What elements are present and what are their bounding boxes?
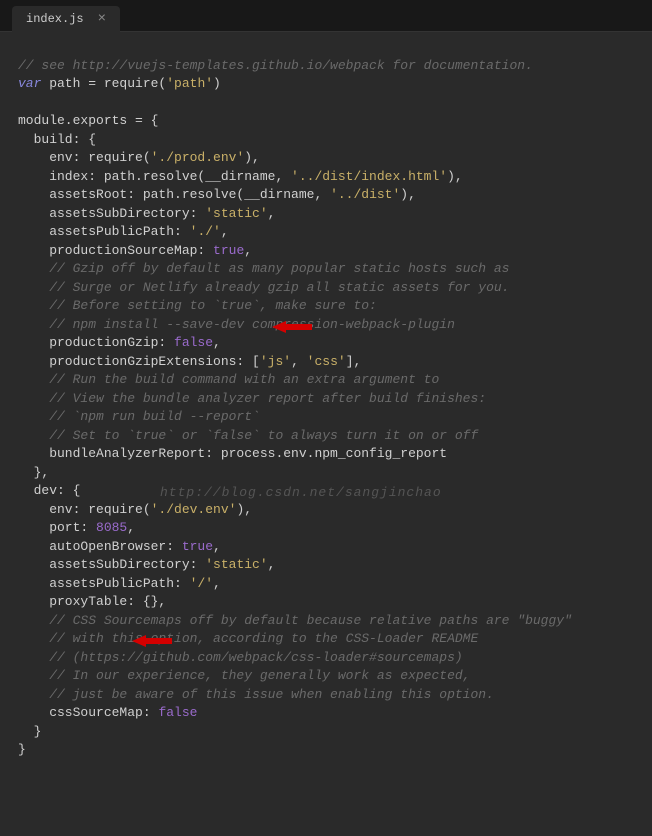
code-text: , [268,206,276,221]
code-text: path = require( [41,76,166,91]
code-text: ), [447,169,463,184]
code-text: , [213,539,221,554]
comment: // (https://github.com/webpack/css-loade… [18,650,463,665]
code-text: ) [213,76,221,91]
code-text: , [244,243,252,258]
code-text: dev: { [18,483,80,498]
code-text: ), [400,187,416,202]
keyword-var: var [18,76,41,91]
string: 'static' [205,206,267,221]
close-icon[interactable]: × [98,12,106,26]
comment: // In our experience, they generally wor… [18,668,470,683]
comment: // Before setting to `true`, make sure t… [18,298,377,313]
comment: // View the bundle analyzer report after… [18,391,486,406]
watermark: http://blog.csdn.net/sangjinchao [160,484,442,503]
string: 'js' [260,354,291,369]
code-text: productionGzip: [18,335,174,350]
tab-indexjs[interactable]: index.js × [12,6,120,32]
code-editor[interactable]: // see http://vuejs-templates.github.io/… [0,32,652,836]
code-text: , [213,335,221,350]
code-text: productionGzipExtensions: [ [18,354,260,369]
code-text: env: require( [18,502,151,517]
comment: // see http://vuejs-templates.github.io/… [18,58,533,73]
tab-label: index.js [26,12,84,26]
const-false: false [174,335,213,350]
comment: // npm install --save-dev compression-we… [18,317,455,332]
string: './dev.env' [151,502,237,517]
string: 'css' [307,354,346,369]
string: '../dist' [330,187,400,202]
code-text: , [127,520,135,535]
code-text: index: path.resolve(__dirname, [18,169,291,184]
code-text: assetsPublicPath: [18,224,190,239]
string: 'static' [205,557,267,572]
comment: // `npm run build --report` [18,409,260,424]
code-text: autoOpenBrowser: [18,539,182,554]
code-text: ), [236,502,252,517]
code-text: assetsRoot: path.resolve(__dirname, [18,187,330,202]
tab-bar: index.js × [0,0,652,32]
const-false: false [158,705,197,720]
string: 'path' [166,76,213,91]
code-text: } [18,724,41,739]
code-text: port: [18,520,96,535]
arrow-annotation-2 [132,596,172,612]
string: '/' [190,576,213,591]
string: '../dist/index.html' [291,169,447,184]
comment: // with this option, according to the CS… [18,631,478,646]
comment: // just be aware of this issue when enab… [18,687,494,702]
code-text: ), [244,150,260,165]
code-text: , [291,354,307,369]
comment: // Set to `true` or `false` to always tu… [18,428,478,443]
const-true: true [213,243,244,258]
code-text: productionSourceMap: [18,243,213,258]
comment: // Surge or Netlify already gzip all sta… [18,280,509,295]
comment: // CSS Sourcemaps off by default because… [18,613,572,628]
comment: // Run the build command with an extra a… [18,372,439,387]
code-text: bundleAnalyzerReport: process.env.npm_co… [18,446,447,461]
string: './prod.env' [151,150,245,165]
code-text: assetsSubDirectory: [18,557,205,572]
code-text: build: { [18,132,96,147]
code-text: , [268,557,276,572]
const-true: true [182,539,213,554]
number: 8085 [96,520,127,535]
code-text: } [18,742,26,757]
arrow-annotation-1 [272,282,312,298]
code-text: assetsSubDirectory: [18,206,205,221]
code-text: module.exports = { [18,113,158,128]
code-text: assetsPublicPath: [18,576,190,591]
code-text: cssSourceMap: [18,705,158,720]
code-text: , [213,576,221,591]
code-text: env: require( [18,150,151,165]
code-text: }, [18,465,49,480]
comment: // Gzip off by default as many popular s… [18,261,509,276]
code-text: , [221,224,229,239]
code-text: ], [346,354,362,369]
string: './' [190,224,221,239]
